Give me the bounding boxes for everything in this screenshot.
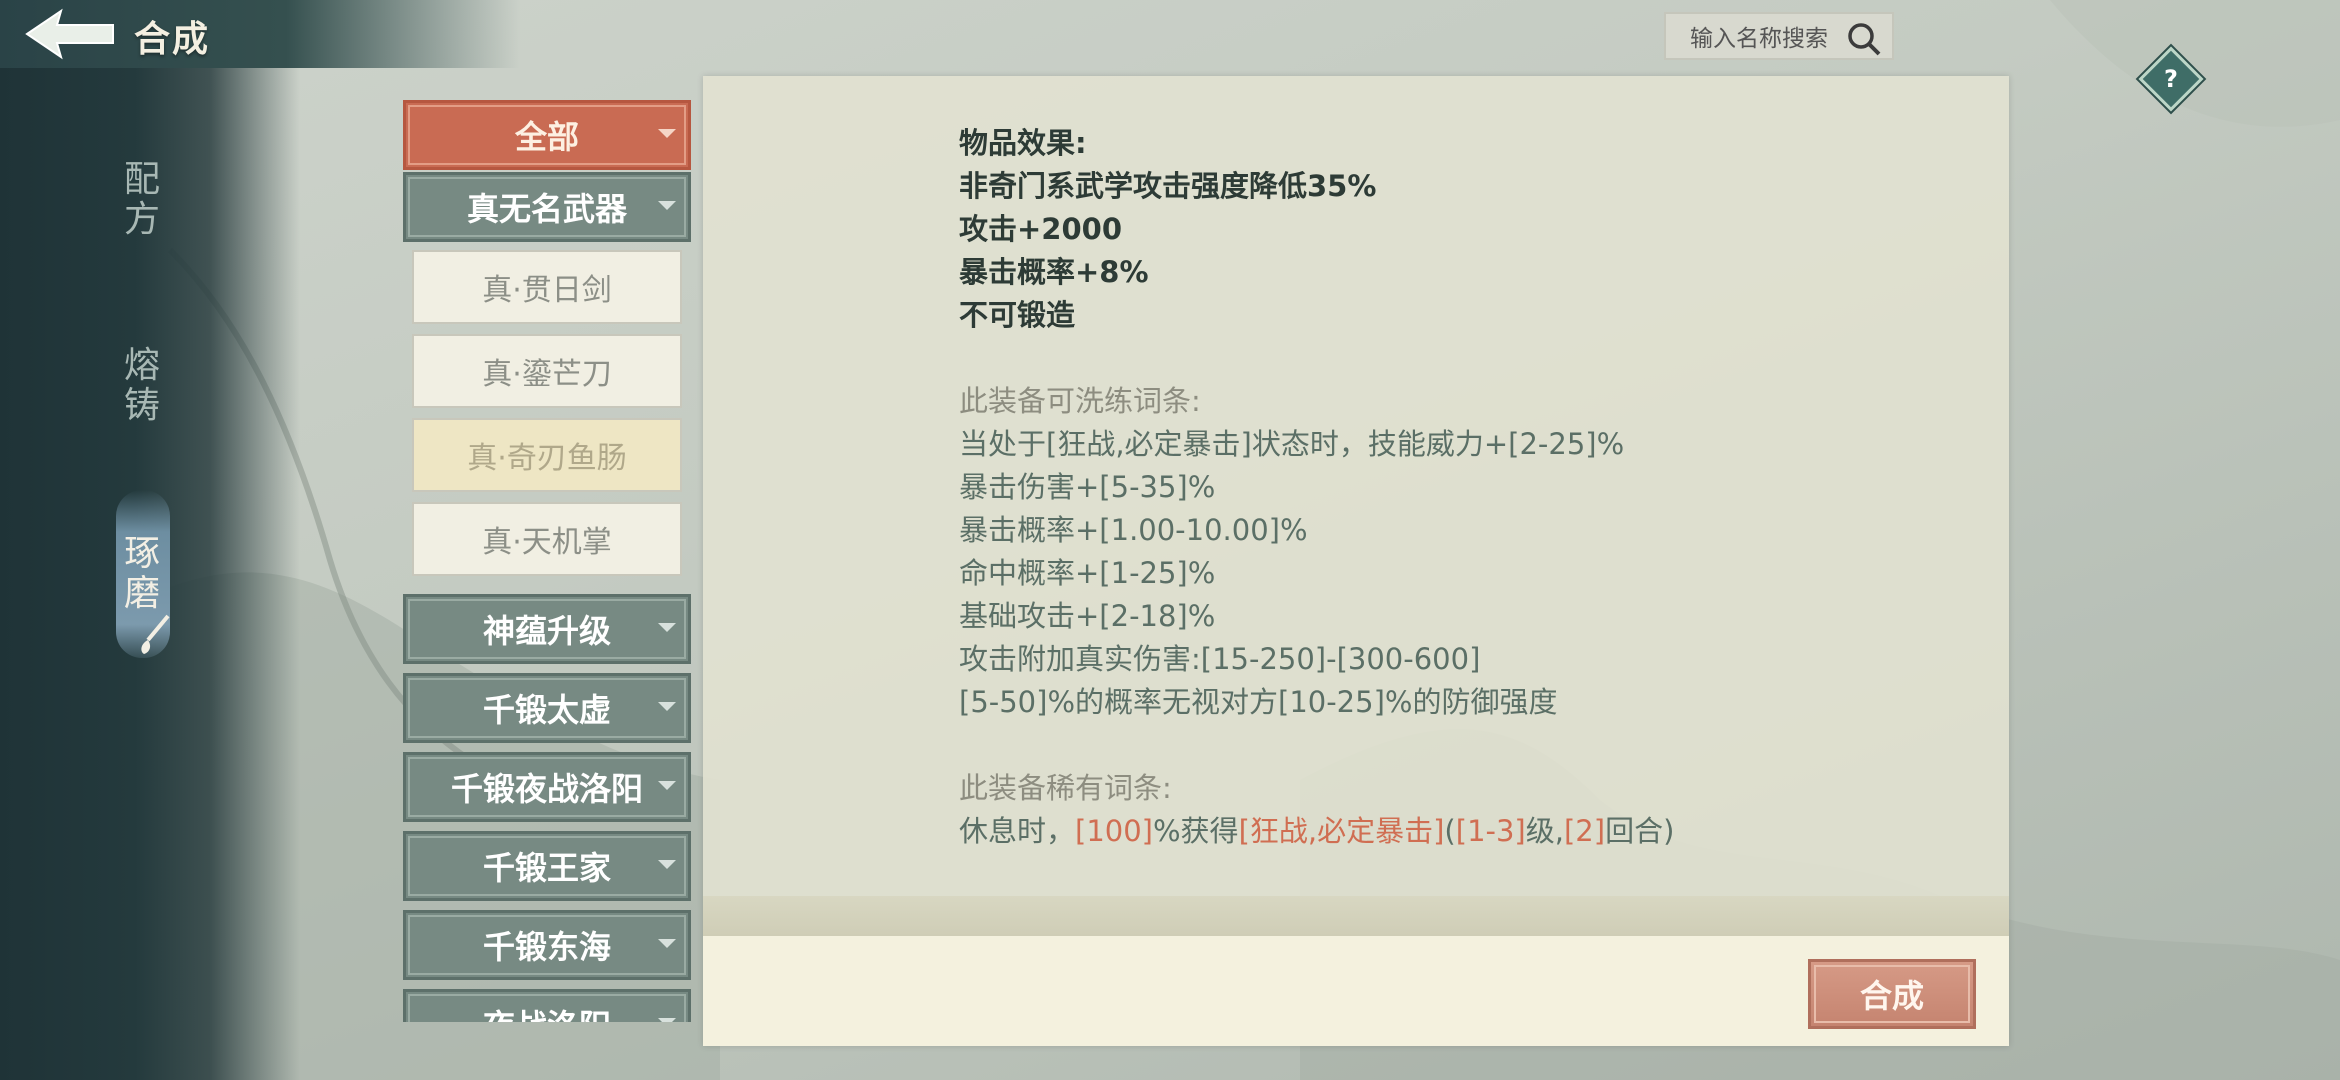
chevron-down-icon: [658, 860, 676, 869]
category-item-label: 千锻夜战洛阳: [450, 770, 643, 808]
rare-part: %获得: [1153, 814, 1239, 848]
category-item[interactable]: 千锻太虚: [403, 673, 691, 743]
category-list[interactable]: 全部 真无名武器 真·贯日剑 真·鎏芒刀 真·奇刃鱼肠 真·天机掌 神蕴升级 千…: [403, 98, 691, 1022]
page-title: 合成: [134, 19, 211, 60]
help-icon: ?: [2164, 65, 2178, 93]
rare-line: 休息时，[100]%获得[狂战,必定暴击]([1-3]级,[2]回合): [959, 810, 1674, 853]
weapon-item-label: 真·天机掌: [482, 525, 612, 560]
category-item-label: 夜战洛阳: [483, 1001, 611, 1022]
tab-casting[interactable]: 熔铸: [118, 346, 166, 426]
effects-title: 物品效果:: [959, 126, 1087, 160]
divider: [703, 896, 2009, 936]
category-item-label: 神蕴升级: [482, 612, 611, 650]
effect-line: 不可锻造: [959, 298, 1076, 332]
chevron-down-icon: [658, 939, 676, 948]
craft-button[interactable]: 合成: [1808, 959, 1976, 1029]
refine-line: 攻击附加真实伤害:[15-250]-[300-600]: [959, 642, 1481, 676]
refine-line: [5-50]%的概率无视对方[10-25]%的防御强度: [959, 685, 1558, 719]
rare-part: 回合): [1605, 814, 1675, 848]
effect-line: 攻击+2000: [959, 212, 1123, 246]
category-item-label: 千锻王家: [482, 849, 611, 887]
weapon-item[interactable]: 真·鎏芒刀: [412, 334, 682, 408]
brush-icon: [141, 614, 170, 654]
refine-line: 暴击伤害+[5-35]%: [959, 470, 1216, 504]
effect-line: 暴击概率+8%: [959, 255, 1149, 289]
rare-part: 休息时，: [959, 814, 1076, 848]
rare-value: [100]: [1075, 814, 1153, 848]
rare-title: 此装备稀有词条:: [959, 771, 1172, 805]
chevron-down-icon: [658, 201, 676, 210]
refine-line: 命中概率+[1-25]%: [959, 556, 1216, 590]
weapon-item[interactable]: 真·天机掌: [412, 502, 682, 576]
tab-recipe-label: 配方: [123, 159, 160, 240]
header-bar: 合成: [0, 0, 520, 68]
chevron-down-icon: [658, 623, 676, 632]
category-item[interactable]: 千锻王家: [403, 831, 691, 901]
weapon-item[interactable]: 真·贯日剑: [412, 250, 682, 324]
rare-part: 级,: [1525, 814, 1564, 848]
chevron-down-icon: [658, 702, 676, 711]
back-arrow-icon: [25, 8, 114, 60]
tab-recipe[interactable]: 配方: [118, 160, 166, 240]
category-item[interactable]: 神蕴升级: [403, 594, 691, 664]
category-item[interactable]: 千锻东海: [403, 910, 691, 980]
rare-value: [2]: [1563, 814, 1606, 848]
category-all[interactable]: 全部: [403, 100, 691, 170]
weapon-item-label: 真·贯日剑: [482, 273, 612, 308]
effect-line: 非奇门系武学攻击强度降低35%: [959, 169, 1377, 203]
search-input[interactable]: 输入名称搜索: [1664, 12, 1894, 60]
weapon-item-label: 真·鎏芒刀: [482, 357, 612, 392]
category-weapons-label: 真无名武器: [466, 190, 627, 228]
item-detail-panel: 物品效果: 非奇门系武学攻击强度降低35% 攻击+2000 暴击概率+8% 不可…: [703, 76, 2009, 1046]
rare-value: [狂战,必定暴击]: [1238, 814, 1445, 848]
category-item[interactable]: 夜战洛阳: [403, 989, 691, 1022]
chevron-down-icon: [658, 781, 676, 790]
rare-part: (: [1444, 814, 1456, 848]
weapon-item-selected[interactable]: 真·奇刃鱼肠: [412, 418, 682, 492]
search-placeholder: 输入名称搜索: [1690, 26, 1828, 52]
rare-value: [1-3]: [1455, 814, 1526, 848]
tab-polish[interactable]: 琢磨: [118, 534, 166, 614]
category-item[interactable]: 千锻夜战洛阳: [403, 752, 691, 822]
tab-polish-label: 琢磨: [123, 533, 160, 614]
item-effects: 物品效果: 非奇门系武学攻击强度降低35% 攻击+2000 暴击概率+8% 不可…: [959, 122, 1674, 853]
chevron-down-icon: [658, 1018, 676, 1022]
search-icon[interactable]: [1846, 21, 1882, 57]
refine-line: 基础攻击+[2-18]%: [959, 599, 1216, 633]
refine-line: 暴击概率+[1.00-10.00]%: [959, 513, 1308, 547]
tab-casting-label: 熔铸: [123, 345, 160, 426]
category-all-label: 全部: [514, 118, 579, 156]
category-item-label: 千锻太虚: [482, 691, 611, 729]
category-weapons[interactable]: 真无名武器: [403, 172, 691, 242]
refine-line: 当处于[狂战,必定暴击]状态时，技能威力+[2-25]%: [959, 427, 1625, 461]
category-item-label: 千锻东海: [482, 928, 611, 966]
weapon-item-label: 真·奇刃鱼肠: [467, 441, 627, 476]
refine-title: 此装备可洗练词条:: [959, 384, 1201, 418]
chevron-down-icon: [658, 129, 676, 138]
back-button[interactable]: [14, 4, 124, 64]
